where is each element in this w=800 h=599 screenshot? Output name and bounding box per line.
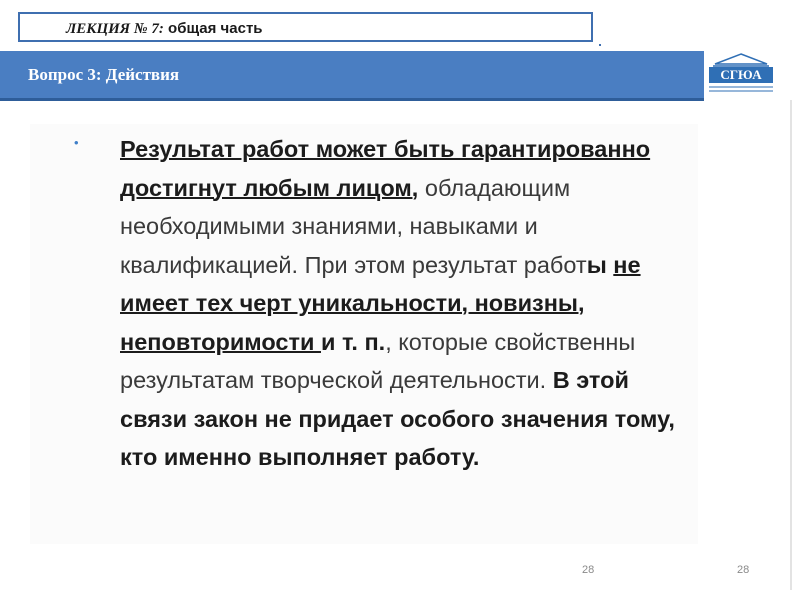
frame-dot xyxy=(599,44,601,46)
lecture-topic: общая часть xyxy=(163,20,263,37)
text-run: и т. п. xyxy=(320,328,386,355)
page-number: 28 xyxy=(582,564,595,576)
building-icon xyxy=(713,53,769,67)
logo-text: СГЮА xyxy=(709,67,773,83)
university-logo: СГЮА xyxy=(706,52,776,98)
lecture-label: ЛЕКЦИЯ № 7: xyxy=(66,21,164,37)
right-divider xyxy=(790,100,792,590)
text-run: Результат работ может быть гарантированн… xyxy=(120,136,651,201)
lecture-title-box: ЛЕКЦИЯ № 7: общая часть xyxy=(18,12,601,46)
slide-number: 28 xyxy=(737,564,750,576)
bullet-icon: • xyxy=(74,135,79,150)
lecture-title: ЛЕКЦИЯ № 7: общая часть xyxy=(66,20,263,38)
body-paragraph: Результат работ может быть гарантированн… xyxy=(120,130,690,477)
slide-content: • Результат работ может быть гарантирова… xyxy=(30,124,698,544)
question-title: Вопрос 3: Действия xyxy=(28,65,180,84)
text-run: ы xyxy=(586,251,614,278)
question-banner: Вопрос 3: Действия xyxy=(0,51,704,101)
logo-subline xyxy=(709,90,773,92)
logo-subline xyxy=(709,86,773,88)
